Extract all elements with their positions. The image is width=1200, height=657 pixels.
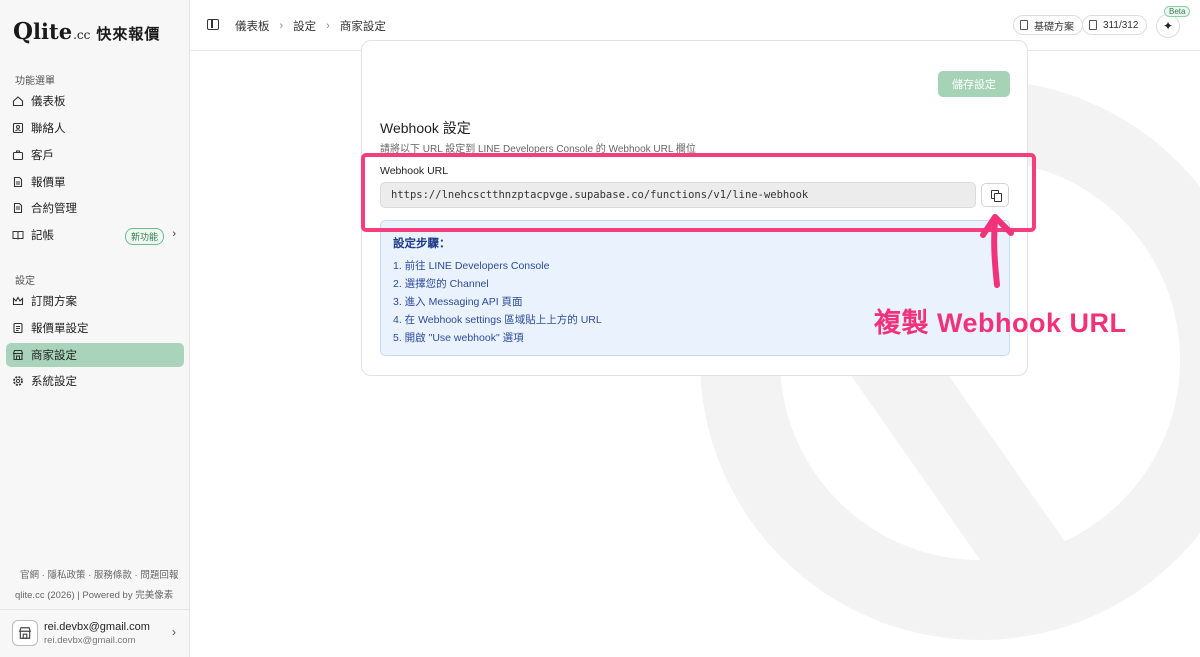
- section-label-settings: 設定: [15, 276, 35, 287]
- breadcrumb: 儀表板 › 設定 › 商家設定: [235, 18, 386, 34]
- sidebar-toggle-icon[interactable]: [207, 19, 219, 30]
- sidebar-item-label: 儀表板: [31, 96, 66, 108]
- user-menu[interactable]: rei.devbx@gmail.com rei.devbx@gmail.com …: [0, 609, 190, 657]
- annotation-highlight-box: [361, 153, 1036, 232]
- setup-step: 3. 進入 Messaging API 頁面: [393, 296, 523, 308]
- user-email: rei.devbx@gmail.com: [44, 635, 136, 646]
- sidebar-item-system-settings[interactable]: 系統設定: [6, 369, 184, 393]
- annotation-arrow-icon: [980, 214, 1014, 288]
- sidebar-item-clients[interactable]: 客戶: [6, 143, 184, 167]
- document-icon: [1089, 20, 1097, 30]
- plan-badge[interactable]: 基礎方案: [1013, 15, 1083, 35]
- new-feature-badge: 新功能: [125, 228, 165, 245]
- sidebar-item-label: 記帳: [31, 230, 54, 242]
- breadcrumb-settings[interactable]: 設定: [293, 18, 316, 34]
- breadcrumb-dashboard[interactable]: 儀表板: [235, 18, 270, 34]
- footer-copyright: qlite.cc (2026) | Powered by 完美像素: [15, 590, 174, 601]
- briefcase-icon: [12, 149, 24, 161]
- sidebar-item-quote-settings[interactable]: 報價單設定: [6, 316, 184, 340]
- ai-sparkle-button[interactable]: ✦: [1156, 14, 1180, 38]
- contract-icon: [12, 202, 24, 214]
- quota-label: 311/312: [1103, 19, 1139, 31]
- setup-step: 5. 開啟 "Use webhook" 選項: [393, 332, 524, 344]
- sidebar-item-store-settings[interactable]: 商家設定: [6, 343, 184, 367]
- sparkle-icon: ✦: [1162, 19, 1174, 33]
- book-icon: [12, 229, 24, 241]
- home-icon: [12, 95, 24, 107]
- sidebar: Q lite .cc 快來報價 功能選單 儀表板 聯絡人 客戶 報價單 合約管理…: [0, 0, 190, 657]
- user-name: rei.devbx@gmail.com: [44, 621, 150, 633]
- logo-cc: .cc: [73, 28, 91, 42]
- webhook-section-title: Webhook 設定: [380, 120, 471, 136]
- store-icon: [12, 349, 24, 361]
- contact-card-icon: [12, 122, 24, 134]
- sidebar-item-label: 訂閱方案: [31, 296, 77, 308]
- chevron-right-icon: ›: [279, 20, 284, 32]
- chevron-right-icon: ›: [326, 20, 330, 32]
- plan-label: 基礎方案: [1034, 21, 1074, 33]
- document-settings-icon: [12, 322, 24, 334]
- logo-q: Q: [13, 18, 34, 45]
- sidebar-item-label: 報價單: [31, 177, 66, 189]
- logo-lite: lite: [33, 19, 73, 44]
- gear-icon: [12, 375, 24, 387]
- setup-step: 1. 前往 LINE Developers Console: [393, 260, 550, 272]
- sidebar-item-label: 系統設定: [31, 376, 77, 388]
- document-icon: [12, 176, 24, 188]
- setup-step: 2. 選擇您的 Channel: [393, 278, 489, 290]
- annotation-text: 複製 Webhook URL: [874, 308, 1127, 338]
- store-avatar-icon: [12, 620, 38, 646]
- brand-logo[interactable]: Q lite .cc 快來報價: [13, 18, 160, 45]
- sidebar-item-accounting[interactable]: 記帳 新功能 ›: [6, 223, 184, 247]
- brand-name: 快來報價: [96, 26, 161, 43]
- sidebar-item-subscription[interactable]: 訂閱方案: [6, 289, 184, 313]
- setup-steps-title: 設定步驟：: [393, 238, 451, 250]
- breadcrumb-current: 商家設定: [339, 21, 386, 33]
- sidebar-item-label: 客戶: [31, 150, 54, 162]
- sidebar-item-label: 商家設定: [31, 350, 77, 362]
- sidebar-item-label: 報價單設定: [31, 323, 89, 335]
- sidebar-item-contracts[interactable]: 合約管理: [6, 196, 184, 220]
- document-icon: [1020, 20, 1028, 30]
- footer-links[interactable]: 官網 · 隱私政策 · 服務條款 · 問題回報: [20, 567, 178, 581]
- chevron-right-icon: ›: [172, 625, 176, 639]
- sidebar-item-dashboard[interactable]: 儀表板: [6, 89, 184, 113]
- section-label-menu: 功能選單: [15, 76, 55, 87]
- sidebar-item-label: 聯絡人: [31, 123, 66, 135]
- sidebar-item-quotes[interactable]: 報價單: [6, 170, 184, 194]
- beta-badge: Beta: [1164, 6, 1191, 17]
- sidebar-item-label: 合約管理: [31, 203, 77, 215]
- save-settings-button[interactable]: 儲存設定: [938, 71, 1010, 97]
- crown-icon: [12, 295, 24, 307]
- sidebar-item-contacts[interactable]: 聯絡人: [6, 116, 184, 140]
- quota-badge[interactable]: 311/312: [1082, 15, 1148, 35]
- chevron-right-icon[interactable]: ›: [172, 228, 176, 240]
- setup-step: 4. 在 Webhook settings 區域貼上上方的 URL: [393, 314, 602, 326]
